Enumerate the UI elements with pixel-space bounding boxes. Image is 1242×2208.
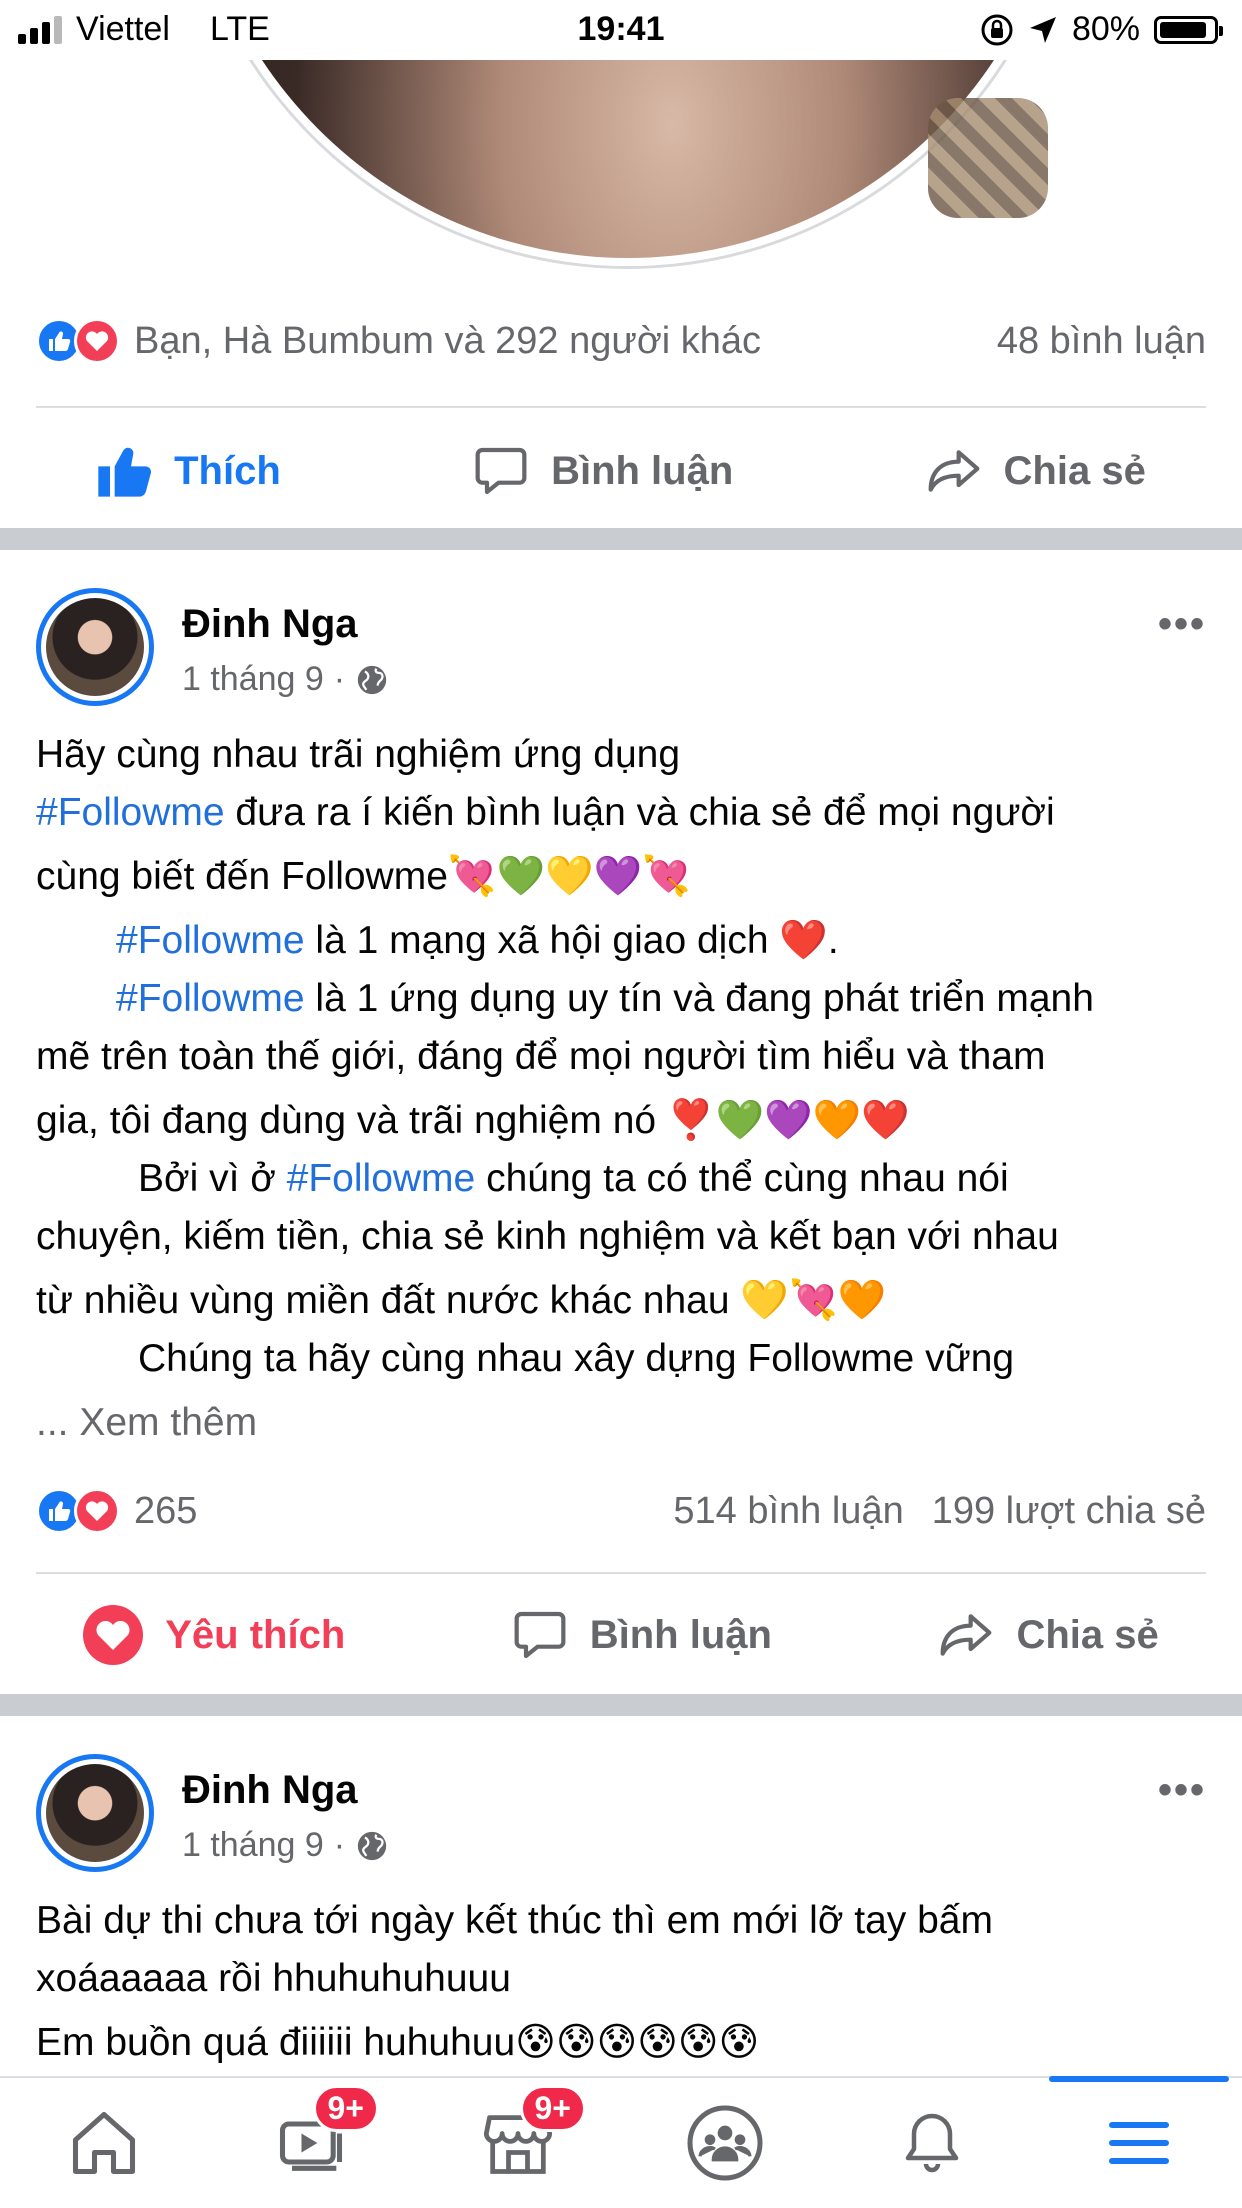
more-options-button[interactable]: ••• <box>1158 602 1206 647</box>
hashtag-link[interactable]: #Followme <box>287 1157 476 1200</box>
comment-label: Bình luận <box>589 1612 772 1657</box>
tab-groups[interactable] <box>665 2093 785 2193</box>
menu-icon <box>1108 2122 1169 2164</box>
tab-menu[interactable] <box>1048 2076 1229 2193</box>
post-line: Bởi vì ở <box>138 1157 287 1200</box>
share-icon <box>928 450 979 492</box>
post2-text: Hãy cùng nhau trãi nghiệm ứng dụng #Foll… <box>36 726 1206 1452</box>
post-line: Hãy cùng nhau trãi nghiệm ứng dụng <box>36 733 681 776</box>
post-line: từ nhiều vùng miền đất nước khác nhau 💛💘… <box>36 1279 887 1322</box>
post2-header: Đinh Nga 1 tháng 9 · ••• <box>36 588 1206 708</box>
share-label: Chia sẻ <box>1016 1612 1159 1657</box>
comment-button[interactable]: Bình luận <box>512 1607 772 1663</box>
comments-count[interactable]: 48 bình luận <box>997 320 1206 363</box>
comment-button[interactable]: Bình luận <box>473 443 733 499</box>
post-date[interactable]: 1 tháng 9 <box>182 1826 324 1865</box>
share-icon <box>941 1614 992 1656</box>
post-line: Chúng ta hãy cùng nhau xây dựng Followme… <box>138 1337 1015 1380</box>
comments-count[interactable]: 514 bình luận <box>673 1490 903 1533</box>
hashtag-link[interactable]: #Followme <box>116 919 305 962</box>
tab-watch[interactable]: 9+ <box>251 2085 379 2193</box>
post3-text: Bài dự thi chưa tới ngày kết thúc thì em… <box>36 1892 1206 2072</box>
love-button[interactable]: Yêu thích <box>83 1605 345 1665</box>
comment-icon <box>514 1611 566 1659</box>
post-line: cùng biết đến Followme💘💚💛💜💘 <box>36 855 691 898</box>
hashtag-link[interactable]: #Followme <box>116 977 305 1020</box>
post-line: gia, tôi đang dùng và trãi nghiệm nó ❣️💚… <box>36 1099 910 1142</box>
post-line: Bài dự thi chưa tới ngày kết thúc thì em… <box>36 1899 993 1942</box>
post-line: mẽ trên toàn thế giới, đáng để mọi người… <box>36 1035 1046 1078</box>
post-meta: 1 tháng 9 · <box>182 660 389 699</box>
share-label: Chia sẻ <box>1003 448 1146 493</box>
hashtag-link[interactable]: #Followme <box>36 791 225 834</box>
divider <box>36 406 1206 408</box>
reaction-count: 265 <box>134 1489 198 1532</box>
author-name[interactable]: Đinh Nga <box>182 1768 358 1813</box>
comment-icon <box>475 447 527 495</box>
post3-header: Đinh Nga 1 tháng 9 · ••• <box>36 1754 1206 1874</box>
see-more-link[interactable]: ... Xem thêm <box>36 1401 257 1444</box>
post-separator <box>0 1694 1242 1716</box>
post-line: chuyện, kiếm tiền, chia sẻ kinh nghiệm v… <box>36 1215 1059 1258</box>
tab-notifications[interactable] <box>872 2093 992 2193</box>
post-line: Em buồn quá điiiiii huhuhuu😰😰😰😰😰😰 <box>36 2021 760 2064</box>
rotation-lock-icon <box>981 14 1013 45</box>
groups-icon <box>687 2105 762 2181</box>
post-separator <box>0 528 1242 550</box>
notification-badge: 9+ <box>519 2085 586 2132</box>
author-avatar[interactable] <box>36 1754 154 1872</box>
more-options-button[interactable]: ••• <box>1158 1768 1206 1813</box>
divider <box>36 1572 1206 1574</box>
post2-action-bar: Yêu thích Bình luận Chia sẻ <box>0 1580 1242 1690</box>
like-button[interactable]: Thích <box>96 443 281 499</box>
love-reaction-icon <box>74 1488 120 1534</box>
tab-marketplace[interactable]: 9+ <box>458 2085 586 2193</box>
post-line: đưa ra í kiến bình luận và chia sẻ để mọ… <box>224 791 1055 834</box>
like-label: Thích <box>174 448 281 493</box>
globe-icon <box>357 665 387 694</box>
tab-home[interactable] <box>44 2093 164 2193</box>
reactions-summary: Bạn, Hà Bumbum và 292 người khác <box>134 319 762 362</box>
comment-label: Bình luận <box>551 448 734 493</box>
notification-badge: 9+ <box>312 2085 379 2132</box>
globe-icon <box>357 1831 387 1860</box>
post-date[interactable]: 1 tháng 9 <box>182 660 324 699</box>
author-name[interactable]: Đinh Nga <box>182 602 358 647</box>
heart-icon <box>83 1605 144 1665</box>
share-button[interactable]: Chia sẻ <box>938 1607 1159 1663</box>
location-icon <box>1029 16 1056 43</box>
post1-action-bar: Thích Bình luận Chia sẻ <box>0 416 1242 526</box>
love-label: Yêu thích <box>165 1612 346 1657</box>
author-avatar[interactable] <box>36 588 154 706</box>
battery-percent: 80% <box>1071 10 1140 48</box>
post1-reactions-row[interactable]: Bạn, Hà Bumbum và 292 người khác 48 bình… <box>36 318 1206 364</box>
post-line: là 1 ứng dụng uy tín và đang phát triển … <box>304 977 1094 1020</box>
home-icon <box>72 2111 135 2175</box>
post-line: xoáaaaaa rồi hhuhuhuhuuu <box>36 1957 511 2000</box>
shares-count[interactable]: 199 lượt chia sẻ <box>932 1490 1206 1533</box>
battery-icon <box>1154 15 1223 44</box>
thumbs-up-icon <box>98 447 152 497</box>
love-reaction-icon <box>74 318 120 364</box>
post-line: là 1 mạng xã hội giao dịch ❤️. <box>304 919 839 962</box>
bottom-tab-bar: 9+ 9+ <box>0 2076 1242 2208</box>
share-button[interactable]: Chia sẻ <box>926 443 1146 499</box>
bell-icon <box>905 2113 958 2173</box>
post2-reactions-row[interactable]: 265 514 bình luận 199 lượt chia sẻ <box>36 1488 1206 1534</box>
post-meta: 1 tháng 9 · <box>182 1826 389 1865</box>
status-bar: Viettel LTE 19:41 80% <box>0 0 1242 60</box>
post-line: chúng ta có thể cùng nhau nói <box>475 1157 1009 1200</box>
